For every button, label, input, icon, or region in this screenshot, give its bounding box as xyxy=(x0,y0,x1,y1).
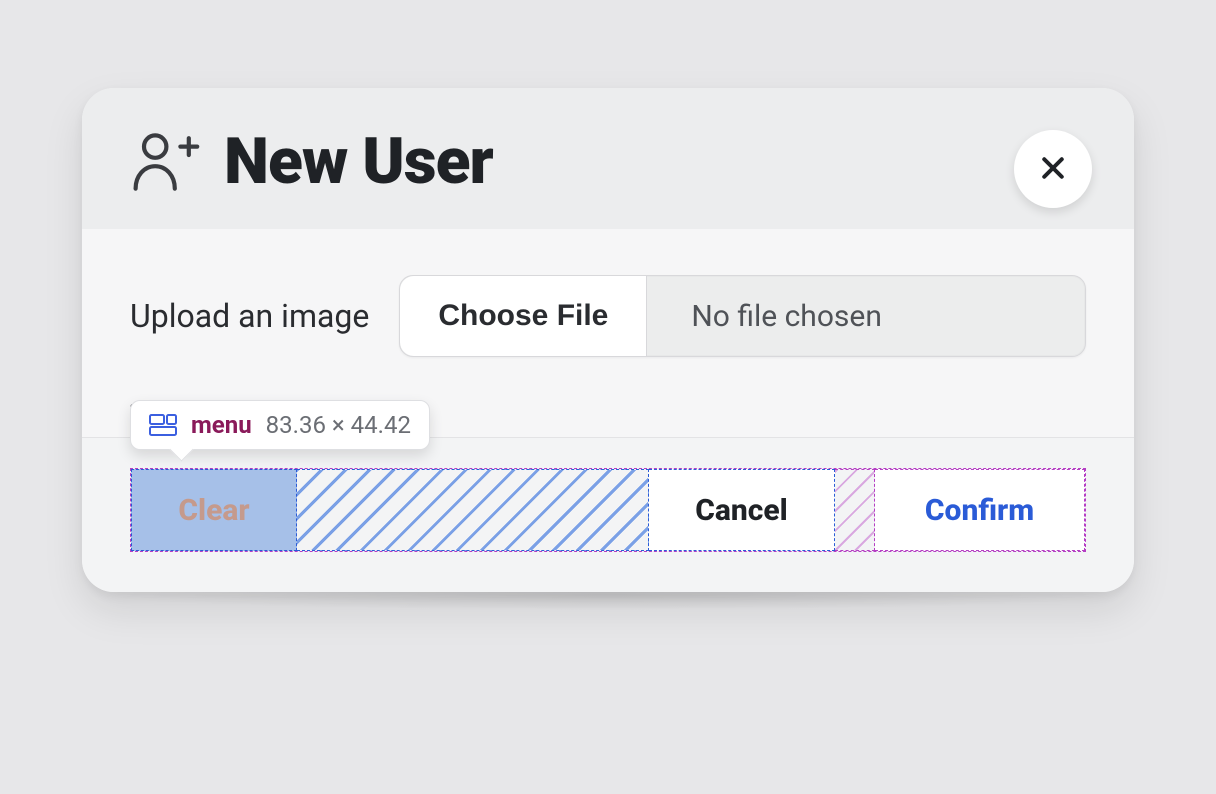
clear-button[interactable]: Clear xyxy=(131,469,297,551)
new-user-dialog: New User Upload an image Choose File No … xyxy=(82,88,1134,592)
confirm-button[interactable]: Confirm xyxy=(875,469,1085,551)
flex-layout-icon xyxy=(149,414,177,436)
flex-spacer xyxy=(297,469,649,551)
upload-label: Upload an image xyxy=(130,297,369,335)
devtools-tooltip: menu 83.36 × 44.42 xyxy=(130,400,430,450)
file-status-text: No file chosen xyxy=(647,276,1085,356)
tooltip-dimensions: 83.36 × 44.42 xyxy=(266,411,411,439)
dialog-title: New User xyxy=(224,124,493,199)
action-bar: Clear Cancel Confirm xyxy=(130,468,1086,552)
cancel-button[interactable]: Cancel xyxy=(649,469,835,551)
flex-gap xyxy=(835,469,875,551)
file-picker: Choose File No file chosen xyxy=(399,275,1086,357)
close-icon xyxy=(1038,153,1068,186)
tooltip-element-tag: menu xyxy=(191,411,252,439)
close-button[interactable] xyxy=(1014,130,1092,208)
dialog-footer: menu 83.36 × 44.42 Clear Cancel Confirm xyxy=(82,438,1134,592)
choose-file-button[interactable]: Choose File xyxy=(400,276,647,356)
dialog-header: New User xyxy=(82,88,1134,229)
upload-row: Upload an image Choose File No file chos… xyxy=(130,275,1086,357)
user-plus-icon xyxy=(130,129,200,195)
